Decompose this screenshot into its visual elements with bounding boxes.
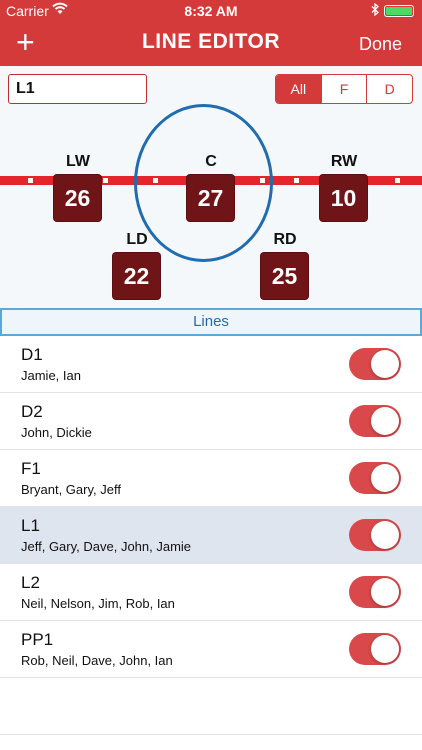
line-players: Bryant, Gary, Jeff <box>21 482 121 497</box>
list-item[interactable]: PP1 Rob, Neil, Dave, John, Ian <box>0 621 422 678</box>
line-enabled-toggle[interactable] <box>349 633 401 665</box>
line-enabled-toggle[interactable] <box>349 405 401 437</box>
line-name: L1 <box>21 516 40 535</box>
position-label-c: C <box>205 153 217 170</box>
line-players: Rob, Neil, Dave, John, Ian <box>21 653 173 668</box>
line-name: D2 <box>21 402 43 421</box>
red-line-mark <box>103 178 108 183</box>
position-label-ld: LD <box>126 231 148 248</box>
jersey-ld[interactable]: 22 <box>113 253 160 299</box>
list-item[interactable]: D1 Jamie, Ian <box>0 336 422 393</box>
rink-editor: All F D LW 26 C 27 RW 10 LD 22 RD 25 <box>0 66 422 308</box>
empty-row <box>0 678 422 735</box>
list-item[interactable]: L2 Neil, Nelson, Jim, Rob, Ian <box>0 564 422 621</box>
red-line-mark <box>28 178 33 183</box>
list-item[interactable]: D2 John, Dickie <box>0 393 422 450</box>
done-button[interactable]: Done <box>359 34 402 55</box>
bluetooth-icon <box>371 2 379 19</box>
line-name: PP1 <box>21 630 54 649</box>
list-item-selected[interactable]: L1 Jeff, Gary, Dave, John, Jamie <box>0 507 422 564</box>
line-players: Neil, Nelson, Jim, Rob, Ian <box>21 596 175 611</box>
jersey-lw[interactable]: 26 <box>54 175 101 221</box>
position-label-rw: RW <box>330 153 358 170</box>
filter-all[interactable]: All <box>276 75 321 103</box>
filter-defense[interactable]: D <box>366 75 412 103</box>
status-bar: Carrier 8:32 AM <box>0 0 422 22</box>
position-label-lw: LW <box>66 153 90 170</box>
jersey-rd[interactable]: 25 <box>261 253 308 299</box>
position-filter: All F D <box>275 74 413 104</box>
battery-icon <box>384 5 414 17</box>
red-line-mark <box>395 178 400 183</box>
lines-section-header: Lines <box>0 308 422 336</box>
line-name: L2 <box>21 573 40 592</box>
lines-list: D1 Jamie, Ian D2 John, Dickie F1 Bryant,… <box>0 336 422 678</box>
line-players: John, Dickie <box>21 425 92 440</box>
line-players: Jamie, Ian <box>21 368 81 383</box>
line-enabled-toggle[interactable] <box>349 462 401 494</box>
jersey-rw[interactable]: 10 <box>320 175 367 221</box>
line-name: D1 <box>21 345 43 364</box>
line-enabled-toggle[interactable] <box>349 576 401 608</box>
filter-forwards[interactable]: F <box>320 75 367 103</box>
list-item[interactable]: F1 Bryant, Gary, Jeff <box>0 450 422 507</box>
clock: 8:32 AM <box>184 3 238 19</box>
line-enabled-toggle[interactable] <box>349 348 401 380</box>
position-label-rd: RD <box>273 231 297 248</box>
line-name-input[interactable] <box>8 74 147 104</box>
red-line-mark <box>294 178 299 183</box>
line-enabled-toggle[interactable] <box>349 519 401 551</box>
line-name: F1 <box>21 459 41 478</box>
nav-bar: + LINE EDITOR Done <box>0 22 422 66</box>
jersey-c[interactable]: 27 <box>187 175 234 221</box>
line-players: Jeff, Gary, Dave, John, Jamie <box>21 539 192 554</box>
